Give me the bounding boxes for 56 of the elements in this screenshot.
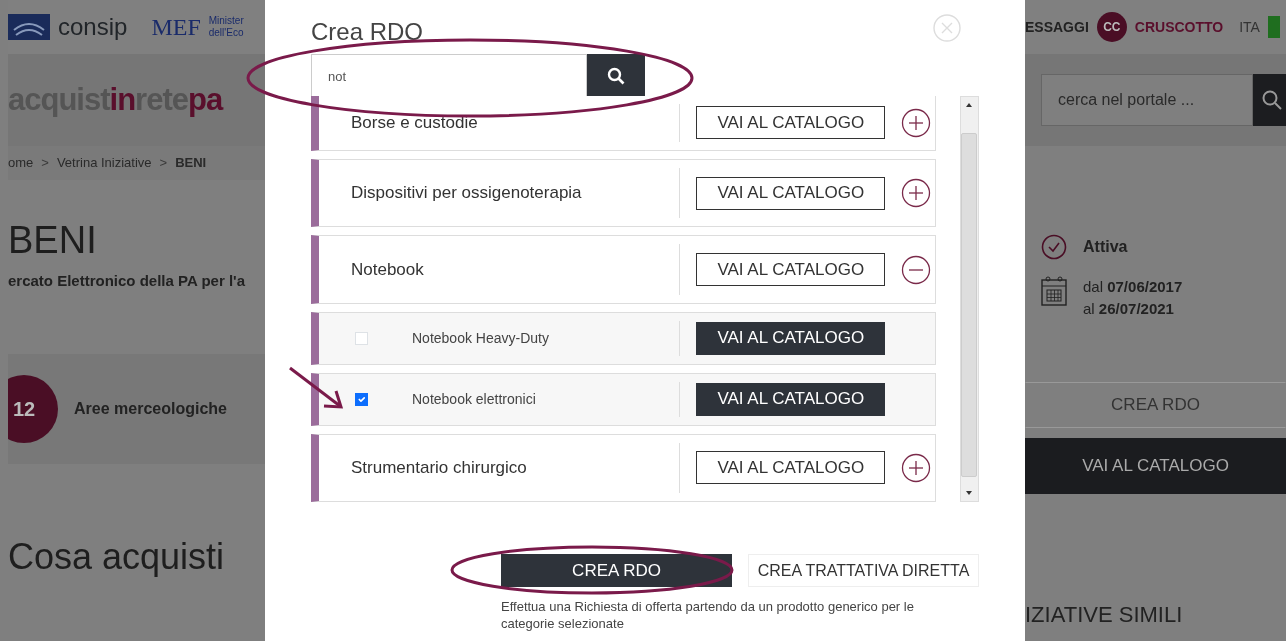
side-title: IZIATIVE SIMILI — [1025, 600, 1184, 629]
logo-text: MEF — [151, 13, 201, 42]
date-text: al 26/07/2021 — [1083, 298, 1175, 319]
expand-toggle[interactable] — [901, 107, 932, 138]
page-subtitle: ercato Elettronico della PA per l'a — [8, 270, 246, 291]
category-name: Dispositivi per ossigenoterapia — [350, 182, 582, 205]
check-circle-icon — [1041, 234, 1067, 260]
description-text: Effettua una Richiesta di offerta partendo da un prodotto generico per le categorie selezionate — [501, 599, 915, 633]
footer-button[interactable]: CREA RDO — [501, 554, 732, 587]
catalog-button[interactable]: VAI AL CATALOGO — [696, 106, 886, 140]
category-name: Strumentario chirurgico — [350, 457, 527, 479]
scrollbar[interactable] — [959, 96, 979, 502]
logo-text: consip — [58, 12, 128, 42]
calendar-icon — [1041, 276, 1067, 306]
flag-icon — [1267, 16, 1280, 38]
category-name: Notebook Heavy-Duty — [412, 328, 549, 348]
section-title: Cosa acquisti — [8, 535, 226, 580]
date-text: dal 07/06/2017 — [1083, 277, 1183, 297]
page-title: BENI — [8, 218, 98, 263]
status-text: Attiva — [1083, 237, 1128, 257]
breadcrumb-separator: > — [159, 154, 168, 173]
search-field[interactable]: cerca nel portale ... — [1041, 74, 1253, 126]
catalog-button[interactable]: VAI AL CATALOGO — [696, 253, 886, 287]
ministry-text: dell'Eco — [208, 27, 244, 39]
catalog-button[interactable]: VAI AL CATALOGO — [696, 382, 886, 416]
catalog-button[interactable]: VAI AL CATALOGO — [696, 176, 886, 210]
close-icon — [933, 14, 961, 42]
search-button[interactable] — [1253, 74, 1286, 126]
search-icon — [1262, 90, 1282, 110]
plus-circle-icon — [901, 452, 932, 483]
catalog-button[interactable]: VAI AL CATALOGO — [696, 321, 886, 355]
expand-toggle[interactable] — [901, 452, 932, 483]
category-name: Notebook elettronici — [412, 389, 536, 409]
search-field[interactable]: not — [311, 54, 587, 98]
action-button[interactable]: VAI AL CATALOGO — [1025, 437, 1286, 494]
category-name: Borse e custodie — [350, 112, 478, 135]
minus-circle-icon — [901, 254, 932, 285]
annotation-arrow — [289, 366, 344, 409]
breadcrumb-separator: > — [41, 154, 49, 173]
catalog-button[interactable]: VAI AL CATALOGO — [696, 451, 886, 485]
search-button[interactable] — [587, 54, 645, 98]
footer-button[interactable]: CREA TRATTATIVA DIRETTA — [748, 554, 979, 587]
expand-toggle[interactable] — [901, 178, 932, 209]
avatar-circle[interactable]: CC — [1096, 12, 1127, 42]
count-circle: 12 — [8, 375, 58, 444]
modal-title: Crea RDO — [311, 17, 424, 47]
count-label: Aree merceologiche — [74, 399, 227, 420]
category-name: Notebook — [350, 258, 424, 281]
wave-logo-icon — [8, 12, 50, 42]
search-icon — [607, 67, 625, 85]
plus-circle-icon — [901, 107, 932, 138]
ministry-text: Minister — [208, 15, 244, 27]
nav-link[interactable]: ESSAGGI — [1025, 16, 1089, 38]
expand-toggle[interactable] — [901, 254, 932, 285]
checkbox[interactable] — [355, 392, 368, 406]
plus-circle-icon — [901, 178, 932, 209]
